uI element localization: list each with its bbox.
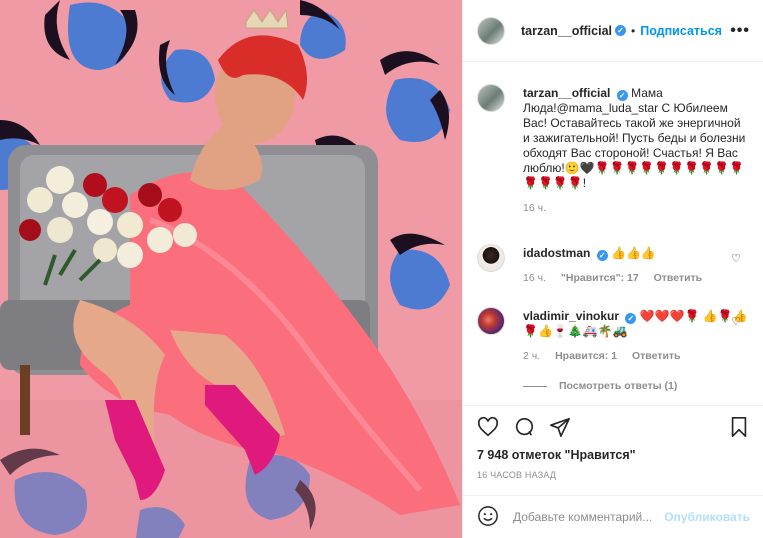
reply-button[interactable]: Ответить xyxy=(632,350,681,362)
post-photo[interactable] xyxy=(0,0,462,538)
comment-icon[interactable] xyxy=(513,416,535,441)
action-icons xyxy=(477,416,571,441)
post-actions: 7 948 отметок "Нравится" 16 ЧАСОВ НАЗАД xyxy=(463,405,763,495)
comment-author[interactable]: idadostman xyxy=(523,246,590,260)
heart-icon[interactable] xyxy=(477,416,499,441)
replies-divider-line xyxy=(523,385,547,387)
verified-icon: ✓ xyxy=(625,313,637,324)
comment-time[interactable]: 2 ч. xyxy=(523,350,540,362)
smiley-icon[interactable] xyxy=(477,505,499,530)
post-time[interactable]: 16 ЧАСОВ НАЗАД xyxy=(477,470,556,480)
comment-time[interactable]: 16 ч. xyxy=(523,272,546,284)
author-avatar[interactable] xyxy=(477,16,505,45)
comments-list[interactable]: tarzan__official ✓ Мама Люда!@mama_luda_… xyxy=(463,62,763,405)
comment-text: 👍👍👍 xyxy=(611,246,656,260)
follow-button[interactable]: Подписаться xyxy=(640,24,722,38)
commenter-avatar[interactable] xyxy=(477,244,505,272)
post-panel: tarzan__official ✓ • Подписаться ••• tar… xyxy=(462,0,763,538)
caption-meta: 16 ч. xyxy=(523,201,749,216)
photo-illustration xyxy=(0,0,462,538)
bookmark-icon[interactable] xyxy=(728,416,750,441)
commenter-avatar[interactable] xyxy=(477,307,505,335)
view-replies-label: Посмотреть ответы (1) xyxy=(559,380,678,392)
author-username[interactable]: tarzan__official xyxy=(521,24,612,38)
comment-likes[interactable]: Нравится: 1 xyxy=(555,350,617,362)
caption-text: Мама Люда!@mama_luda_star С Юбилеем Вас!… xyxy=(523,86,746,190)
caption-author-avatar[interactable] xyxy=(477,84,505,112)
like-comment-heart-icon[interactable]: ♡ xyxy=(731,315,741,328)
share-icon[interactable] xyxy=(549,416,571,441)
caption-author[interactable]: tarzan__official xyxy=(523,86,610,100)
comment-author[interactable]: vladimir_vinokur xyxy=(523,309,619,323)
verified-icon: ✓ xyxy=(596,250,608,261)
comment-likes[interactable]: "Нравится": 17 xyxy=(561,272,639,284)
reply-button[interactable]: Ответить xyxy=(654,272,703,284)
more-options-icon[interactable]: ••• xyxy=(730,22,750,40)
separator-dot: • xyxy=(631,23,636,38)
comment-meta: 2 ч. Нравится: 1 Ответить xyxy=(523,349,749,364)
verified-icon: ✓ xyxy=(615,25,627,36)
verified-icon: ✓ xyxy=(616,90,628,101)
comment-meta: 16 ч. "Нравится": 17 Ответить xyxy=(523,271,749,286)
caption-time[interactable]: 16 ч. xyxy=(523,202,546,214)
publish-button[interactable]: Опубликовать xyxy=(664,510,750,524)
view-replies-button[interactable]: Посмотреть ответы (1) xyxy=(523,380,677,392)
add-comment-bar: Опубликовать xyxy=(463,495,763,538)
likes-count[interactable]: 7 948 отметок "Нравится" xyxy=(477,448,636,462)
post-header: tarzan__official ✓ • Подписаться ••• xyxy=(463,0,763,62)
comment-input[interactable] xyxy=(513,510,663,524)
like-comment-heart-icon[interactable]: ♡ xyxy=(731,252,741,265)
